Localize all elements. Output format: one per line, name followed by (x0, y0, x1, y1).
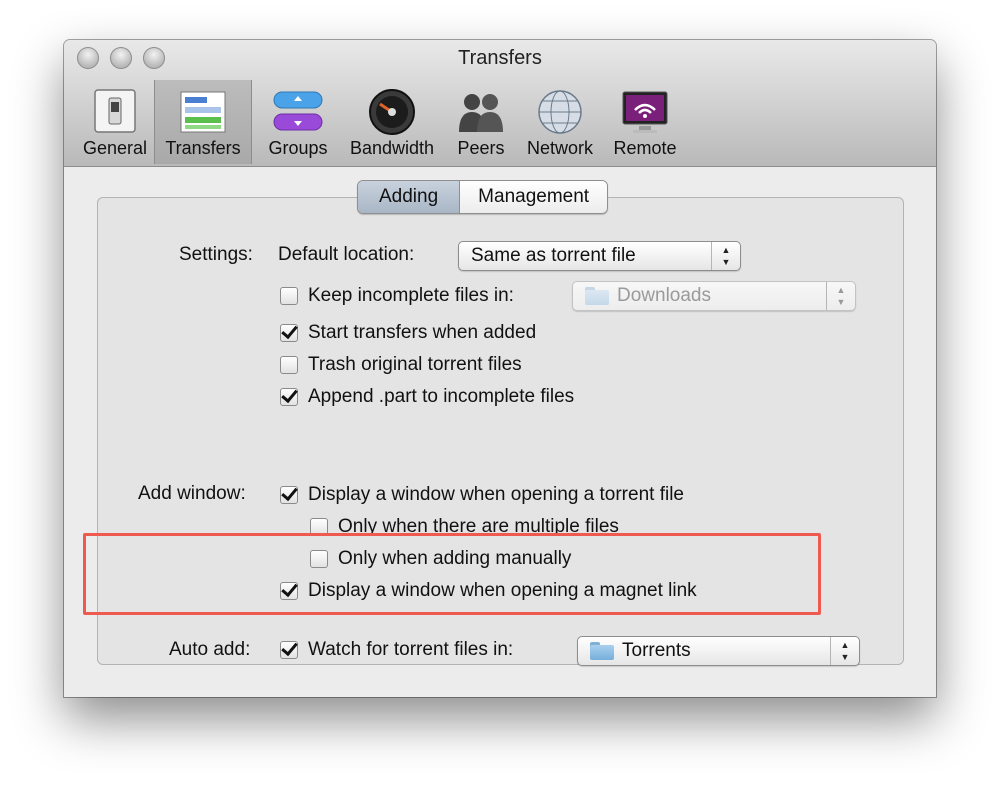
preferences-content: Adding Management Settings: Default loca… (64, 167, 936, 697)
highlight-annotation (83, 533, 821, 615)
display-window-torrent-label: Display a window when opening a torrent … (308, 484, 684, 505)
default-location-popup[interactable]: Same as torrent file ▲ ▼ (458, 241, 741, 271)
watch-folder-value: Torrents (622, 640, 691, 661)
incomplete-folder-value: Downloads (617, 285, 711, 306)
toolbar-item-remote[interactable]: Remote (604, 80, 686, 164)
trash-original-row: Trash original torrent files (280, 353, 522, 377)
watch-torrent-label: Watch for torrent files in: (308, 639, 514, 660)
keep-incomplete-label: Keep incomplete files in: (308, 285, 514, 306)
toolbar-label-groups: Groups (268, 138, 328, 158)
toolbar-item-transfers[interactable]: Transfers (154, 80, 252, 164)
trash-original-checkbox[interactable] (280, 356, 298, 374)
incomplete-folder-popup[interactable]: Downloads ▲ ▼ (572, 281, 856, 311)
watch-torrent-row: Watch for torrent files in: (280, 638, 513, 662)
display-window-torrent-checkbox[interactable] (280, 486, 298, 504)
window-title: Transfers (458, 47, 542, 69)
toolbar-item-peers[interactable]: Peers (444, 80, 518, 164)
append-part-label: Append .part to incomplete files (308, 386, 575, 407)
popup-arrows-icon: ▲ ▼ (711, 242, 740, 270)
popup-arrows-icon: ▲ ▼ (826, 282, 855, 310)
toolbar-item-network[interactable]: Network (518, 80, 602, 164)
toolbar-label-remote: Remote (613, 138, 677, 158)
transfers-list-icon (180, 91, 226, 133)
groups-icon (273, 91, 323, 131)
general-switch-icon (94, 89, 136, 133)
popup-arrows-icon: ▲ ▼ (830, 637, 859, 665)
watch-torrent-checkbox[interactable] (280, 641, 298, 659)
add-window-section-label: Add window: (138, 483, 246, 504)
watch-folder-popup[interactable]: Torrents ▲ ▼ (577, 636, 860, 666)
tab-adding[interactable]: Adding (358, 181, 461, 213)
display-window-torrent-row: Display a window when opening a torrent … (280, 483, 684, 507)
start-transfers-checkbox[interactable] (280, 324, 298, 342)
start-transfers-label: Start transfers when added (308, 322, 537, 343)
keep-incomplete-row: Keep incomplete files in: (280, 284, 514, 308)
append-part-row: Append .part to incomplete files (280, 385, 574, 409)
toolbar-label-general: General (82, 138, 148, 158)
segmented-tabs: Adding Management (357, 180, 609, 214)
trash-original-label: Trash original torrent files (308, 354, 522, 375)
peers-people-icon (459, 94, 503, 132)
network-globe-icon (538, 90, 582, 134)
folder-icon (585, 287, 609, 305)
default-location-label: Default location: (278, 244, 415, 265)
default-location-value: Same as torrent file (471, 245, 636, 266)
toolbar-item-bandwidth[interactable]: Bandwidth (342, 80, 442, 164)
bandwidth-gauge-icon (369, 89, 415, 135)
auto-add-section-label: Auto add: (169, 639, 251, 660)
titlebar: Transfers General Transfers Groups Bandw… (64, 40, 936, 167)
toolbar-item-groups[interactable]: Groups (256, 80, 340, 164)
toolbar-label-bandwidth: Bandwidth (349, 138, 435, 158)
start-transfers-row: Start transfers when added (280, 321, 536, 345)
remote-monitor-icon (622, 91, 668, 133)
toolbar-label-peers: Peers (457, 138, 505, 158)
settings-section-label: Settings: (179, 244, 253, 265)
append-part-checkbox[interactable] (280, 388, 298, 406)
toolbar-item-general[interactable]: General (76, 80, 154, 164)
toolbar-label-network: Network (526, 138, 593, 158)
toolbar-label-transfers: Transfers (165, 138, 241, 158)
folder-icon (590, 642, 614, 660)
tab-management[interactable]: Management (460, 181, 608, 213)
keep-incomplete-checkbox[interactable] (280, 287, 298, 305)
